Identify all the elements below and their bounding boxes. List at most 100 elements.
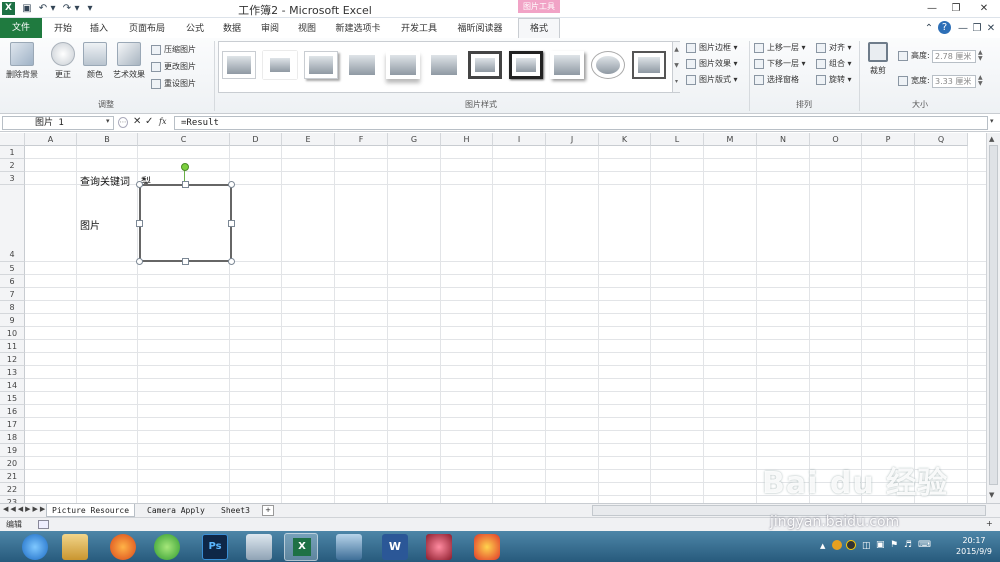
camera-picture[interactable]: [139, 184, 232, 262]
corrections-button[interactable]: 更正: [48, 42, 78, 80]
ribbon-collapse-icon[interactable]: ⌃: [922, 22, 936, 36]
picture-style-8[interactable]: [509, 51, 543, 79]
row-header[interactable]: 1: [0, 146, 25, 159]
scroll-up-icon[interactable]: ▲: [989, 135, 994, 143]
row-header[interactable]: 3: [0, 172, 25, 185]
row-header[interactable]: 6: [0, 275, 25, 288]
picture-effects-button[interactable]: 图片效果 ▾: [686, 57, 738, 71]
column-header[interactable]: Q: [915, 133, 968, 146]
picture-style-3[interactable]: [304, 51, 338, 79]
excel-taskbar-icon[interactable]: X: [284, 533, 318, 561]
color-button[interactable]: 颜色: [80, 42, 110, 80]
workbook-minimize-icon[interactable]: —: [956, 22, 970, 36]
picture-style-4[interactable]: [345, 51, 379, 79]
row-header[interactable]: 5: [0, 262, 25, 275]
column-header[interactable]: C: [138, 133, 230, 146]
tab-formulas[interactable]: 公式: [180, 20, 210, 38]
tab-file[interactable]: 文件: [0, 18, 42, 38]
row-header[interactable]: 8: [0, 301, 25, 314]
select-all-corner[interactable]: [0, 133, 25, 146]
picture-style-2[interactable]: [263, 51, 297, 79]
row-header[interactable]: 18: [0, 431, 25, 444]
cell-b3[interactable]: 查询关键词: [80, 173, 130, 188]
sheet-tab-sheet3[interactable]: Sheet3: [216, 504, 255, 517]
macro-record-icon[interactable]: [38, 520, 49, 529]
tab-developer[interactable]: 开发工具: [396, 20, 442, 38]
vertical-scrollbar[interactable]: ▲ ▼: [986, 133, 1000, 503]
rotation-handle[interactable]: [181, 163, 189, 171]
sheet-nav-icon[interactable]: ◀◀◀▶▶▶: [3, 505, 47, 513]
row-header[interactable]: 22: [0, 483, 25, 496]
artistic-effects-button[interactable]: 艺术效果: [110, 42, 148, 80]
browser-icon[interactable]: [154, 534, 180, 560]
picture-border-button[interactable]: 图片边框 ▾: [686, 41, 738, 55]
selection-pane-button[interactable]: 选择窗格: [754, 73, 799, 87]
tab-view[interactable]: 视图: [292, 20, 322, 38]
change-picture-button[interactable]: 更改图片: [151, 60, 196, 74]
send-backward-button[interactable]: 下移一层 ▾: [754, 57, 806, 71]
zoom-in-icon[interactable]: +: [986, 519, 993, 528]
insert-function-icon[interactable]: fx: [159, 117, 166, 126]
ie-icon[interactable]: [22, 534, 48, 560]
column-header[interactable]: P: [862, 133, 915, 146]
game-app-icon[interactable]: [474, 534, 500, 560]
formula-input[interactable]: =Result: [174, 116, 988, 130]
column-header[interactable]: K: [599, 133, 651, 146]
column-header[interactable]: G: [388, 133, 441, 146]
column-header[interactable]: F: [335, 133, 388, 146]
sheet-tab-picture-resource[interactable]: Picture Resource: [46, 504, 136, 517]
picture-style-10[interactable]: [591, 51, 625, 79]
row-header[interactable]: 15: [0, 392, 25, 405]
picture-manager-icon[interactable]: [336, 534, 362, 560]
tab-page-layout[interactable]: 页面布局: [124, 20, 170, 38]
tray-expand-icon[interactable]: ▲: [820, 542, 825, 550]
height-input[interactable]: 2.78 厘米: [932, 50, 976, 63]
row-header[interactable]: 11: [0, 340, 25, 353]
reset-picture-button[interactable]: 重设图片: [151, 77, 196, 91]
rotate-button[interactable]: 旋转 ▾: [816, 73, 852, 87]
sheet-tab-camera-apply[interactable]: Camera Apply: [142, 504, 210, 517]
picture-style-9[interactable]: [550, 51, 584, 79]
tab-review[interactable]: 审阅: [255, 20, 285, 38]
formula-bar-toggle-icon[interactable]: ⋯: [118, 117, 128, 128]
row-header[interactable]: 17: [0, 418, 25, 431]
vertical-scroll-thumb[interactable]: [989, 145, 998, 485]
cell-b4[interactable]: 图片: [80, 217, 100, 232]
column-header[interactable]: E: [282, 133, 335, 146]
column-header[interactable]: B: [77, 133, 138, 146]
workbook-restore-icon[interactable]: ❐: [970, 22, 984, 36]
resize-handle-top-left[interactable]: [136, 181, 143, 188]
column-header[interactable]: O: [810, 133, 862, 146]
tray-network-icon[interactable]: ◫: [862, 541, 871, 551]
tab-new-tab[interactable]: 新建选项卡: [330, 20, 386, 38]
close-icon[interactable]: ✕: [968, 0, 1000, 18]
column-header[interactable]: J: [546, 133, 599, 146]
column-header[interactable]: L: [651, 133, 704, 146]
row-header[interactable]: 19: [0, 444, 25, 457]
group-button[interactable]: 组合 ▾: [816, 57, 852, 71]
remove-background-button[interactable]: 删除背景: [3, 42, 41, 80]
row-header[interactable]: 9: [0, 314, 25, 327]
minimize-icon[interactable]: —: [920, 0, 944, 18]
row-header[interactable]: 21: [0, 470, 25, 483]
restore-icon[interactable]: ❐: [944, 0, 968, 18]
tab-home[interactable]: 开始: [48, 20, 78, 38]
tab-data[interactable]: 数据: [217, 20, 247, 38]
picture-style-1[interactable]: [222, 51, 256, 79]
row-header[interactable]: 7: [0, 288, 25, 301]
resize-handle-top-right[interactable]: [228, 181, 235, 188]
photo-app-icon[interactable]: [426, 534, 452, 560]
word-icon[interactable]: W: [382, 534, 408, 560]
resize-handle-bottom-right[interactable]: [228, 258, 235, 265]
picture-layout-button[interactable]: 图片版式 ▾: [686, 73, 738, 87]
align-button[interactable]: 对齐 ▾: [816, 41, 852, 55]
column-header[interactable]: H: [441, 133, 493, 146]
column-header[interactable]: D: [230, 133, 282, 146]
width-spinner[interactable]: ▲ ▼: [978, 75, 983, 87]
row-header[interactable]: 16: [0, 405, 25, 418]
worksheet-grid[interactable]: ABCDEFGHIJKLMNOPQ 1 2 3 4 5 6 7 8 9 10 11 12 13 14 15 1…: [0, 133, 986, 503]
image-viewer-icon[interactable]: [246, 534, 272, 560]
gallery-scroll[interactable]: ▲ ▼ ▾: [672, 42, 680, 92]
column-header[interactable]: M: [704, 133, 757, 146]
tab-foxit-reader[interactable]: 福昕阅读器: [452, 20, 508, 38]
